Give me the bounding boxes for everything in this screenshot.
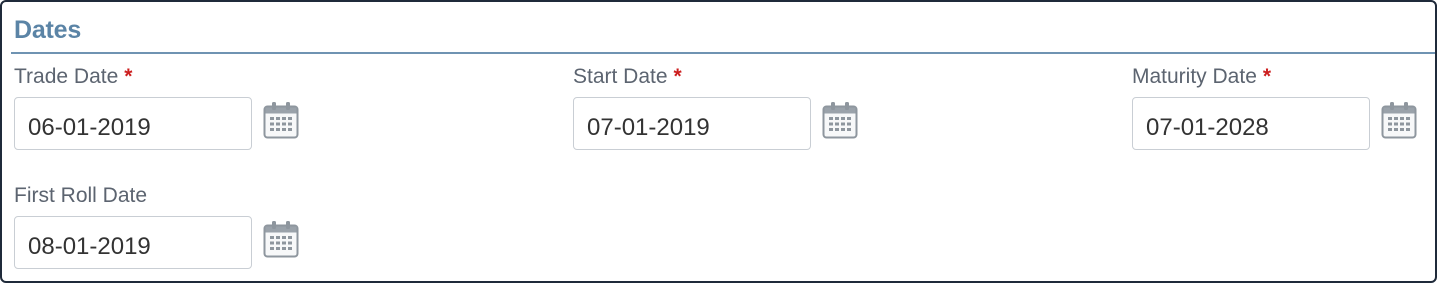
calendar-icon[interactable]: [263, 220, 299, 258]
first-roll-date-input[interactable]: [14, 216, 252, 269]
maturity-date-input[interactable]: [1132, 97, 1370, 150]
first-roll-date-label: First Roll Date: [14, 184, 147, 208]
required-asterisk: *: [1262, 65, 1272, 88]
required-asterisk: *: [673, 65, 682, 88]
calendar-icon[interactable]: [1381, 101, 1417, 139]
first-roll-date-label-text: First Roll Date: [14, 184, 148, 207]
trade-date-label-text: Trade Date: [14, 65, 119, 88]
start-date-input[interactable]: [573, 97, 811, 150]
calendar-icon[interactable]: [263, 101, 299, 139]
start-date-label: Start Date *: [573, 65, 682, 89]
trade-date-label: Trade Date *: [14, 65, 132, 89]
maturity-date-label-text: Maturity Date: [1132, 65, 1257, 88]
required-asterisk: *: [124, 65, 133, 88]
start-date-label-text: Start Date: [573, 65, 668, 88]
maturity-date-label: Maturity Date *: [1132, 65, 1271, 89]
dates-panel: Dates Trade Date* Start Date* Maturity D…: [0, 0, 1437, 283]
section-divider: [11, 52, 1435, 54]
trade-date-input[interactable]: [14, 97, 252, 150]
section-title: Dates: [14, 16, 82, 44]
calendar-icon[interactable]: [822, 101, 858, 139]
